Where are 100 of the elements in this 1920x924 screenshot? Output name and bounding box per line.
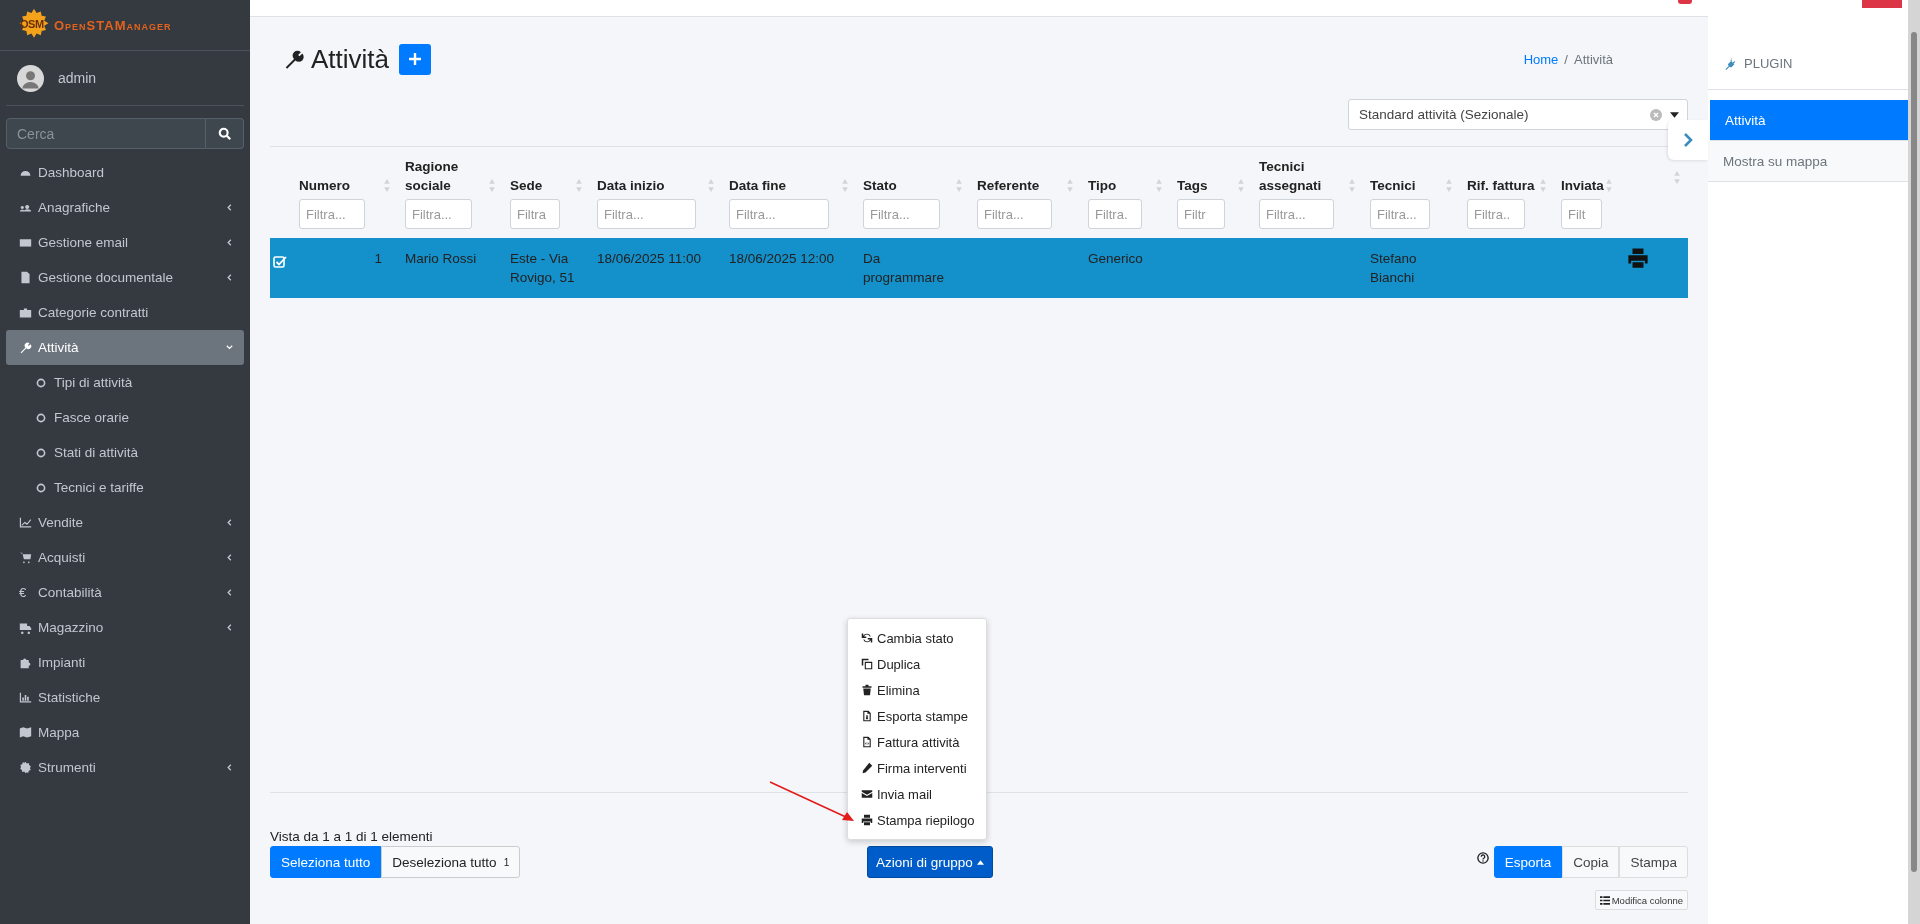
filter-field[interactable]: Filtra...	[1259, 199, 1334, 229]
sidebar-item[interactable]: Gestione email	[6, 225, 244, 260]
sidebar-item[interactable]: Vendite	[6, 505, 244, 540]
plugin-tab[interactable]: Attività	[1710, 100, 1908, 141]
menu-item[interactable]: Duplica	[848, 651, 986, 677]
sidebar-item[interactable]: Categorie contratti	[6, 295, 244, 330]
table-cell: Stefano Bianchi	[1370, 251, 1417, 285]
sidebar-item[interactable]: Gestione documentale	[6, 260, 244, 295]
sidebar-subitem[interactable]: Stati di attività	[6, 435, 244, 470]
line-chart-icon	[19, 516, 32, 529]
menu-item[interactable]: Elimina	[848, 677, 986, 703]
column-header[interactable]: Data fine	[729, 176, 786, 195]
sort-icon[interactable]	[1156, 179, 1162, 192]
filter-field[interactable]: Filtra...	[1370, 199, 1430, 229]
column-header[interactable]: Referente	[977, 176, 1040, 195]
menu-item[interactable]: Esporta stampe	[848, 703, 986, 729]
filter-field[interactable]: Filt	[1561, 199, 1602, 229]
sidebar-item[interactable]: € Contabilità	[6, 575, 244, 610]
column-header[interactable]: Sede	[510, 176, 543, 195]
help-icon[interactable]	[1476, 852, 1489, 864]
add-button[interactable]	[399, 43, 432, 75]
column-header[interactable]: Numero	[299, 176, 350, 195]
deselect-all-button[interactable]: Deseleziona tutto 1	[381, 846, 521, 878]
sidebar-item[interactable]: Strumenti	[6, 750, 244, 785]
sort-icon[interactable]	[1540, 179, 1546, 192]
column-header[interactable]: Tipo	[1088, 176, 1117, 195]
plugin-tab[interactable]: Mostra su mappa	[1708, 141, 1908, 182]
sidebar-item[interactable]: Attività	[6, 330, 244, 365]
sort-icon[interactable]	[1606, 179, 1612, 192]
breadcrumb-link[interactable]: Home	[1523, 51, 1559, 67]
copy-icon	[861, 658, 873, 670]
group-actions-button[interactable]: Azioni di gruppo	[867, 846, 993, 878]
notification-icon[interactable]	[1678, 0, 1692, 4]
sort-icon[interactable]	[576, 179, 582, 192]
edit-columns-button[interactable]: Modifica colonne	[1594, 890, 1688, 910]
filter-field[interactable]: Filtra...	[977, 199, 1052, 229]
export-button[interactable]: Stampa	[1619, 846, 1688, 878]
column-header[interactable]: Tags	[1177, 176, 1208, 195]
sort-icon[interactable]	[842, 179, 848, 192]
toolbar-button[interactable]	[1862, 0, 1902, 8]
sidebar-subitem[interactable]: Fasce orarie	[6, 400, 244, 435]
column-header[interactable]: Tecnici	[1370, 176, 1416, 195]
select-all-button[interactable]: Seleziona tutto	[270, 846, 382, 878]
column-header[interactable]: Stato	[863, 176, 897, 195]
filter-field[interactable]: Filtra...	[299, 199, 365, 229]
sidebar-item[interactable]: Dashboard	[6, 155, 244, 190]
sidebar-subitem[interactable]: Tipi di attività	[6, 365, 244, 400]
chevron-icon	[225, 588, 234, 597]
column-header[interactable]: Inviata	[1561, 176, 1604, 195]
pencil-icon	[861, 762, 873, 774]
sort-icon[interactable]	[384, 179, 390, 192]
export-button[interactable]: Esporta	[1493, 846, 1563, 878]
sort-icon[interactable]	[489, 179, 495, 192]
sort-icon[interactable]	[708, 179, 714, 192]
sidebar-item[interactable]: Mappa	[6, 715, 244, 750]
sort-icon[interactable]	[1674, 171, 1680, 184]
scrollbar[interactable]	[1908, 0, 1920, 924]
table-cell: 18/06/2025 12:00	[729, 251, 835, 266]
segment-select[interactable]: Standard attività (Sezionale)	[1348, 99, 1688, 130]
checkbox[interactable]	[273, 255, 287, 269]
sidebar-item[interactable]: Magazzino	[6, 610, 244, 645]
column-header[interactable]: Data inizio	[597, 176, 665, 195]
clear-icon[interactable]	[1650, 108, 1662, 121]
search-field[interactable]: Cerca	[6, 118, 206, 149]
filter-field[interactable]: Filtr	[1177, 199, 1225, 229]
column-header[interactable]: Ragione sociale	[405, 157, 485, 195]
filter-field[interactable]: Filtra...	[597, 199, 696, 229]
sidebar-item[interactable]: Anagrafiche	[6, 190, 244, 225]
sort-icon[interactable]	[1238, 179, 1244, 192]
sidebar-item[interactable]: Statistiche	[6, 680, 244, 715]
export-button[interactable]: Copia	[1562, 846, 1620, 878]
filter-field[interactable]: Filtra...	[729, 199, 829, 229]
menu-item[interactable]: Firma interventi	[848, 755, 986, 781]
sidebar-item[interactable]: Impianti	[6, 645, 244, 680]
sidebar-item[interactable]: Acquisti	[6, 540, 244, 575]
user-name[interactable]: admin	[58, 70, 97, 86]
menu-item[interactable]: Cambia stato	[848, 625, 986, 651]
filter-field[interactable]: Filtra...	[863, 199, 940, 229]
panel-toggle-button[interactable]	[1668, 120, 1708, 160]
panel-heading: PLUGIN	[1744, 56, 1793, 71]
sort-icon[interactable]	[1446, 179, 1452, 192]
filter-field[interactable]: Filtra.	[1088, 199, 1142, 229]
filter-field[interactable]: Filtra..	[1467, 199, 1525, 229]
column-header[interactable]: Tecnici assegnati	[1259, 157, 1339, 195]
search-button[interactable]	[206, 118, 244, 149]
filter-field[interactable]: Filtra	[510, 199, 560, 229]
sort-icon[interactable]	[1067, 179, 1073, 192]
caret-icon	[976, 859, 984, 865]
list-icon	[1599, 895, 1610, 905]
sort-icon[interactable]	[1349, 179, 1355, 192]
printer-icon[interactable]	[1627, 247, 1649, 269]
menu-item[interactable]: Stampa riepilogo	[848, 807, 986, 833]
gear-icon	[19, 761, 32, 774]
circle-icon	[36, 377, 46, 388]
filter-field[interactable]: Filtra...	[405, 199, 472, 229]
sidebar-subitem[interactable]: Tecnici e tariffe	[6, 470, 244, 505]
sort-icon[interactable]	[956, 179, 962, 192]
menu-item[interactable]: Invia mail	[848, 781, 986, 807]
menu-item[interactable]: Fattura attività	[848, 729, 986, 755]
column-header[interactable]: Rif. fattura	[1467, 176, 1535, 195]
